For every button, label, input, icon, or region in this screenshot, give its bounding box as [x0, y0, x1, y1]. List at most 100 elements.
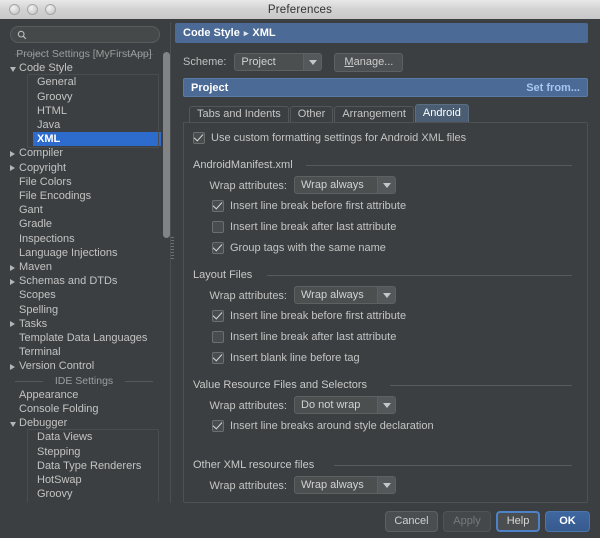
- sidebar-item-xml[interactable]: XML: [33, 132, 161, 147]
- ok-button[interactable]: OK: [545, 511, 590, 532]
- tree-separator-label: Project Settings [MyFirstApp]: [16, 48, 152, 60]
- checkbox-row-layout-files-insert-line-break-after-last-attribute[interactable]: Insert line break after last attribute: [212, 331, 396, 343]
- sidebar-item-compiler[interactable]: Compiler: [9, 146, 159, 160]
- chevron-right-icon[interactable]: [10, 363, 15, 370]
- sidebar-item-groovy[interactable]: Groovy: [9, 487, 159, 501]
- chevron-down-icon[interactable]: [10, 66, 16, 72]
- sidebar-item-file-colors[interactable]: File Colors: [9, 175, 159, 189]
- checkbox-insert-line-breaks-around-style-declaration[interactable]: [212, 420, 224, 432]
- sidebar-item-label: Debugger: [19, 417, 68, 430]
- wrap-attributes-select-androidmanifest-xml[interactable]: Wrap always: [294, 176, 396, 194]
- wrap-attributes-select-arrow[interactable]: [377, 287, 395, 303]
- breadcrumb-root[interactable]: Code Style: [183, 27, 240, 39]
- wrap-attributes-select-arrow[interactable]: [377, 477, 395, 493]
- sidebar-item-hotswap[interactable]: HotSwap: [9, 473, 159, 487]
- search-input[interactable]: [10, 26, 160, 43]
- checkbox-insert-line-break-before-first-attribute[interactable]: [212, 200, 224, 212]
- sidebar-item-console-folding[interactable]: Console Folding: [9, 402, 159, 416]
- sidebar-item-label: Appearance: [19, 388, 79, 401]
- checkbox-insert-line-break-after-last-attribute[interactable]: [212, 221, 224, 233]
- set-from-link[interactable]: Set from...: [526, 82, 580, 94]
- use-custom-formatting-row[interactable]: Use custom formatting settings for Andro…: [193, 132, 466, 144]
- chevron-right-icon[interactable]: [10, 150, 15, 157]
- sidebar-item-tasks[interactable]: Tasks: [9, 317, 159, 331]
- checkbox-row-value-resource-files-and-selectors-insert-line-breaks-around-style-declaration[interactable]: Insert line breaks around style declarat…: [212, 420, 434, 432]
- chevron-down-icon: [308, 59, 317, 65]
- sidebar-item-java[interactable]: Java: [9, 118, 159, 132]
- sidebar-item-groovy[interactable]: Groovy: [9, 90, 159, 104]
- sidebar-item-maven[interactable]: Maven: [9, 260, 159, 274]
- search-icon: [17, 30, 27, 40]
- manage-button[interactable]: Manage...: [334, 52, 404, 72]
- sidebar-scrollbar-thumb[interactable]: [163, 52, 170, 238]
- sidebar-item-debugger[interactable]: Debugger: [9, 416, 159, 430]
- tab-other[interactable]: Other: [289, 106, 334, 122]
- wrap-attributes-select-other-xml-resource-files[interactable]: Wrap always: [294, 476, 396, 494]
- scheme-select[interactable]: Project: [234, 53, 323, 71]
- sidebar-item-label: HTML: [37, 104, 67, 117]
- sidebar-item-spelling[interactable]: Spelling: [9, 303, 159, 317]
- sidebar-item-copyright[interactable]: Copyright: [9, 161, 159, 175]
- checkbox-insert-line-break-before-first-attribute[interactable]: [212, 310, 224, 322]
- tree-separator: Project Settings [MyFirstApp]: [9, 47, 159, 61]
- cancel-button[interactable]: Cancel: [385, 511, 438, 532]
- scheme-select-arrow[interactable]: [303, 54, 322, 70]
- sidebar-item-data-views[interactable]: Data Views: [9, 430, 159, 444]
- chevron-down-icon[interactable]: [10, 421, 16, 427]
- checkbox-row-androidmanifest-xml-group-tags-with-the-same-name[interactable]: Group tags with the same name: [212, 242, 386, 254]
- wrap-attributes-select-value-resource-files-and-selectors[interactable]: Do not wrap: [294, 396, 396, 414]
- sidebar-item-stepping[interactable]: Stepping: [9, 445, 159, 459]
- wrap-attributes-select-arrow[interactable]: [377, 177, 395, 193]
- wrap-attributes-select-arrow[interactable]: [377, 397, 395, 413]
- sidebar-item-gradle[interactable]: Gradle: [9, 217, 159, 231]
- use-custom-formatting-checkbox[interactable]: [193, 132, 205, 144]
- sidebar-item-terminal[interactable]: Terminal: [9, 345, 159, 359]
- sidebar-item-gant[interactable]: Gant: [9, 203, 159, 217]
- checkbox-row-layout-files-insert-blank-line-before-tag[interactable]: Insert blank line before tag: [212, 352, 360, 364]
- wrap-attributes-label-androidmanifest-xml: Wrap attributes:: [209, 180, 287, 192]
- sidebar-item-label: Compiler: [19, 147, 64, 160]
- sidebar-item-label: Data Type Renderers: [37, 459, 142, 472]
- sidebar-item-label: File Colors: [19, 175, 72, 188]
- sidebar-item-inspections[interactable]: Inspections: [9, 232, 159, 246]
- settings-tree[interactable]: Project Settings [MyFirstApp] Code Style G…: [9, 47, 161, 502]
- sidebar-item-code-style[interactable]: Code Style: [9, 61, 159, 75]
- breadcrumb-leaf: XML: [252, 27, 276, 39]
- chevron-down-icon: [382, 292, 391, 298]
- tab-android[interactable]: Android: [414, 104, 469, 122]
- sidebar-item-label: Gradle: [19, 218, 53, 231]
- chevron-right-icon[interactable]: [10, 165, 15, 172]
- checkbox-insert-blank-line-before-tag[interactable]: [212, 352, 224, 364]
- tab-tabs-and-indents[interactable]: Tabs and Indents: [189, 106, 289, 122]
- apply-button: Apply: [443, 511, 491, 532]
- sidebar-item-appearance[interactable]: Appearance: [9, 388, 159, 402]
- tab-arrangement[interactable]: Arrangement: [334, 106, 414, 122]
- sidebar-item-general[interactable]: General: [9, 75, 159, 89]
- sidebar-item-scopes[interactable]: Scopes: [9, 288, 159, 302]
- sidebar-item-file-encodings[interactable]: File Encodings: [9, 189, 159, 203]
- scheme-select-value: Project: [241, 56, 276, 68]
- sidebar-item-template-data-languages[interactable]: Template Data Languages: [9, 331, 159, 345]
- checkbox-row-androidmanifest-xml-insert-line-break-after-last-attribute[interactable]: Insert line break after last attribute: [212, 221, 396, 233]
- sidebar-item-version-control[interactable]: Version Control: [9, 359, 159, 373]
- sidebar-item-data-type-renderers[interactable]: Data Type Renderers: [9, 459, 159, 473]
- chevron-right-icon[interactable]: [10, 264, 15, 271]
- sidebar-item-label: Console Folding: [19, 403, 99, 415]
- wrap-attributes-select-layout-files[interactable]: Wrap always: [294, 286, 396, 304]
- sidebar-resize-grip[interactable]: [171, 237, 174, 259]
- chevron-right-icon[interactable]: [10, 321, 15, 328]
- section-rule: [267, 275, 572, 276]
- checkbox-row-androidmanifest-xml-insert-line-break-before-first-attribute[interactable]: Insert line break before first attribute: [212, 200, 406, 212]
- section-rule: [390, 385, 572, 386]
- sidebar-item-language-injections[interactable]: Language Injections: [9, 246, 159, 260]
- sidebar-item-editor[interactable]: Editor: [9, 501, 159, 502]
- window-title: Preferences: [267, 3, 333, 16]
- sidebar-item-html[interactable]: HTML: [9, 104, 159, 118]
- scheme-row: Scheme: Project Manage...: [183, 52, 404, 72]
- checkbox-row-layout-files-insert-line-break-before-first-attribute[interactable]: Insert line break before first attribute: [212, 310, 406, 322]
- chevron-right-icon[interactable]: [10, 278, 15, 285]
- sidebar-item-schemas-and-dtds[interactable]: Schemas and DTDs: [9, 274, 159, 288]
- help-button[interactable]: Help: [496, 511, 540, 532]
- checkbox-insert-line-break-after-last-attribute[interactable]: [212, 331, 224, 343]
- checkbox-group-tags-with-the-same-name[interactable]: [212, 242, 224, 254]
